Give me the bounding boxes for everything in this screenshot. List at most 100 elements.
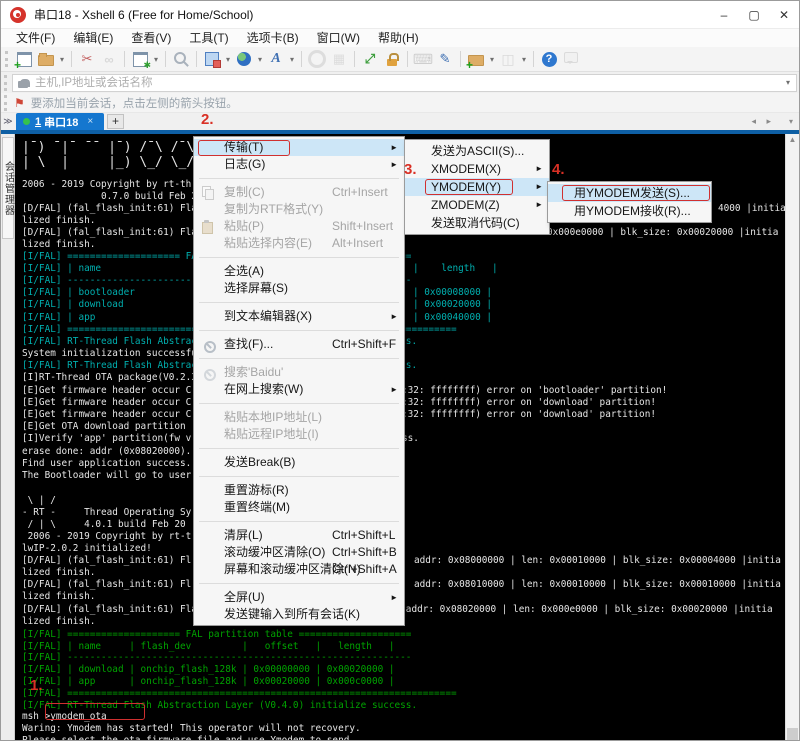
menu-item-search-baidu[interactable]: 搜索'Baidu' xyxy=(194,364,404,381)
terminal-scrollbar[interactable]: ▲ xyxy=(785,134,799,741)
menu-item-reset-cursor[interactable]: 重置游标(R) xyxy=(194,482,404,499)
menu-item-zmodem[interactable]: ZMODEM(Z)► xyxy=(405,196,549,214)
session-manager-expander[interactable]: ≫ xyxy=(1,113,15,130)
submenu-arrow-icon: ► xyxy=(535,178,543,196)
menu-item-paste-selection[interactable]: 粘贴选择内容(E)Alt+Insert xyxy=(194,235,404,252)
tab-scroll-arrows[interactable]: ◂ ▸ xyxy=(751,116,775,127)
menu-item-clear-screen[interactable]: 清屏(L)Ctrl+Shift+L xyxy=(194,527,404,544)
tab-serial-18[interactable]: 1 串口18 × xyxy=(16,113,104,130)
find-icon[interactable] xyxy=(171,49,191,69)
menu-item-ymodem-receive[interactable]: 用YMODEM接收(R)... xyxy=(548,202,711,220)
open-session-icon[interactable] xyxy=(36,49,56,69)
menu-view[interactable]: 查看(V) xyxy=(122,29,180,47)
menu-tools[interactable]: 工具(T) xyxy=(180,29,237,47)
menu-item-fullscreen[interactable]: 全屏(U) ► xyxy=(194,589,404,606)
menu-item-paste-local-ip[interactable]: 粘贴本地IP地址(L) xyxy=(194,409,404,426)
new-tab-button[interactable]: + xyxy=(107,114,124,129)
session-properties-caret-icon[interactable]: ▾ xyxy=(151,55,161,64)
transfer-submenu: 发送为ASCII(S)...XMODEM(X)►YMODEM(Y)►ZMODEM… xyxy=(404,139,550,235)
menu-item-reset-terminal[interactable]: 重置终端(M) xyxy=(194,499,404,516)
menu-item-send-ascii[interactable]: 发送为ASCII(S)... xyxy=(405,142,549,160)
new-session-icon[interactable] xyxy=(14,49,34,69)
open-session-caret-icon[interactable]: ▾ xyxy=(57,55,67,64)
address-bar-grip[interactable] xyxy=(4,75,7,91)
terminal-text: [I/FAL] | download xyxy=(22,299,124,311)
minimize-button[interactable]: – xyxy=(709,1,739,29)
menu-item-send-break[interactable]: 发送Break(B) xyxy=(194,454,404,471)
menu-item-copy-rtf[interactable]: 复制为RTF格式(Y) xyxy=(194,201,404,218)
toolbar-grip[interactable] xyxy=(5,51,8,67)
menu-item-copy[interactable]: 复制(C)Ctrl+Insert xyxy=(194,184,404,201)
menu-item-label: 在网上搜索(W) xyxy=(224,382,303,396)
highlight-pen-icon[interactable] xyxy=(435,49,455,69)
submenu-arrow-icon: ► xyxy=(390,381,398,398)
disconnect-icon[interactable] xyxy=(77,49,97,69)
encoding-globe-icon[interactable] xyxy=(234,49,254,69)
font-caret-icon[interactable]: ▾ xyxy=(287,55,297,64)
menu-help[interactable]: 帮助(H) xyxy=(369,29,428,47)
help-icon[interactable] xyxy=(539,49,559,69)
menu-separator xyxy=(199,257,399,258)
menu-item-to-text-editor[interactable]: 到文本编辑器(X)► xyxy=(194,308,404,325)
lock-icon[interactable] xyxy=(382,49,402,69)
menu-item-label: 滚动缓冲区清除(O) xyxy=(224,545,325,559)
scrollbar-thumb[interactable] xyxy=(787,728,798,741)
maximize-button[interactable]: ▢ xyxy=(739,1,769,29)
menu-item-shortcut: Ctrl+Shift+F xyxy=(332,336,396,353)
feedback-icon[interactable] xyxy=(561,49,581,69)
reconnect-icon[interactable] xyxy=(99,49,119,69)
terminal-text: System initialization successful. xyxy=(22,348,208,360)
menu-item-select-all[interactable]: 全选(A) xyxy=(194,263,404,280)
encoding-caret-icon[interactable]: ▾ xyxy=(255,55,265,64)
xshell-session-icon[interactable] xyxy=(307,49,327,69)
menu-item-search-web[interactable]: 在网上搜索(W) ► xyxy=(194,381,404,398)
menu-item-shortcut: Ctrl+Shift+B xyxy=(332,544,397,561)
font-icon[interactable] xyxy=(266,49,286,69)
host-address-input[interactable] xyxy=(33,76,780,90)
new-folder-icon[interactable] xyxy=(466,49,486,69)
terminal-text: 0x000e0000 | blk_size: 0x00020000 |initi… xyxy=(547,227,778,239)
menu-item-find[interactable]: 查找(F)...Ctrl+Shift+F xyxy=(194,336,404,353)
menu-item-clear-screen-scrollback[interactable]: 屏幕和滚动缓冲区清除(N)Ctrl+Shift+A xyxy=(194,561,404,578)
layout-caret-icon[interactable]: ▾ xyxy=(223,55,233,64)
compose-pane-icon[interactable] xyxy=(329,49,349,69)
terminal-text: lized finish. xyxy=(22,239,95,251)
menu-item-paste-remote-ip[interactable]: 粘贴远程IP地址(I) xyxy=(194,426,404,443)
submenu-arrow-icon: ► xyxy=(390,589,398,606)
scrollbar-up-arrow-icon[interactable]: ▲ xyxy=(786,135,799,144)
menu-item-xmodem[interactable]: XMODEM(X)► xyxy=(405,160,549,178)
info-bar-grip[interactable] xyxy=(4,95,7,111)
menu-item-transfer[interactable]: 传输(T)► xyxy=(194,139,404,156)
menu-item-label: 全屏(U) xyxy=(224,590,265,604)
menu-item-ymodem[interactable]: YMODEM(Y)► xyxy=(405,178,549,196)
session-properties-icon[interactable] xyxy=(130,49,150,69)
session-manager-vertical-tab[interactable]: 会话管理器 xyxy=(2,137,14,239)
new-folder-caret-icon[interactable]: ▾ xyxy=(487,55,497,64)
menu-item-label: 粘贴(P) xyxy=(224,219,264,233)
menu-item-send-cancel[interactable]: 发送取消代码(C) xyxy=(405,214,549,232)
menu-item-select-screen[interactable]: 选择屏幕(S) xyxy=(194,280,404,297)
menu-item-clear-scrollback[interactable]: 滚动缓冲区清除(O) Ctrl+Shift+B xyxy=(194,544,404,561)
menu-file[interactable]: 文件(F) xyxy=(7,29,64,47)
menu-item-send-input-all[interactable]: 发送键输入到所有会话(K) xyxy=(194,606,404,623)
menu-separator xyxy=(199,330,399,331)
tab-list-caret-icon[interactable]: ▾ xyxy=(789,117,793,126)
layout-icon[interactable] xyxy=(202,49,222,69)
address-dropdown-caret-icon[interactable]: ▾ xyxy=(780,78,796,87)
menu-item-log[interactable]: 日志(G)► xyxy=(194,156,404,173)
menu-window[interactable]: 窗口(W) xyxy=(308,29,369,47)
fullscreen-icon[interactable] xyxy=(360,49,380,69)
menu-item-paste[interactable]: 粘贴(P)Shift+Insert xyxy=(194,218,404,235)
tile-windows-icon[interactable] xyxy=(498,49,518,69)
menu-item-ymodem-send[interactable]: 用YMODEM发送(S)... xyxy=(548,184,711,202)
menu-edit[interactable]: 编辑(E) xyxy=(64,29,122,47)
menu-item-label: 发送键输入到所有会话(K) xyxy=(224,607,360,621)
tile-windows-caret-icon[interactable]: ▾ xyxy=(519,55,529,64)
close-button[interactable]: ✕ xyxy=(769,1,799,29)
tab-close-icon[interactable]: × xyxy=(87,116,93,127)
virtual-keyboard-icon[interactable] xyxy=(413,49,433,69)
tab-title: 串口18 xyxy=(44,114,78,130)
menu-tabs[interactable]: 选项卡(B) xyxy=(238,29,308,47)
menu-separator xyxy=(199,448,399,449)
terminal-text: addr: 0x08010000 | len: 0x00010000 | blk… xyxy=(414,579,781,591)
